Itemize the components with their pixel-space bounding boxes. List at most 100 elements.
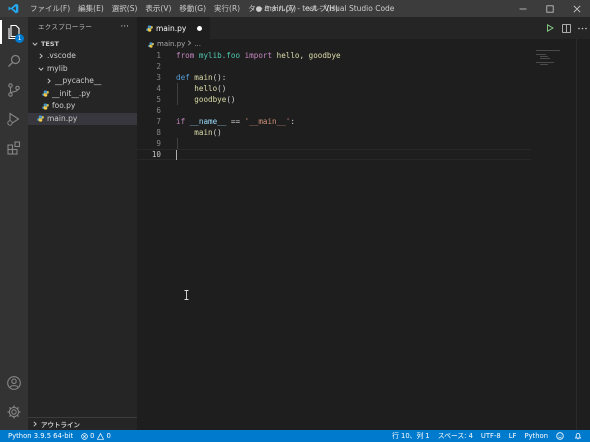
error-count: 0 [90, 432, 95, 440]
indent-guide [177, 83, 178, 105]
code-token: goodbye [194, 95, 227, 104]
code-line: 9 [137, 138, 590, 149]
status-bar: Python 3.9.5 64-bit 0 0 行 10、列 1 スペース: 4… [0, 430, 590, 442]
run-debug-activity[interactable] [0, 105, 28, 133]
extensions-icon [7, 141, 21, 155]
python-file-icon [41, 90, 49, 97]
code-token: (): [212, 73, 227, 82]
code-token: () [212, 128, 222, 137]
editor-area: main.py main.py ... 1 from mylib.foo imp… [137, 17, 590, 430]
code-token: main [194, 128, 213, 137]
code-line: 8 main() [137, 127, 590, 138]
source-control-icon [8, 83, 20, 97]
tree-item-vscode[interactable]: .vscode [28, 50, 137, 63]
breadcrumb-symbol[interactable]: ... [194, 39, 201, 50]
menu-view[interactable]: 表示(V) [141, 0, 175, 17]
menu-run[interactable]: 実行(R) [210, 0, 244, 17]
code-token: == [230, 117, 241, 126]
tab-label: main.py [156, 23, 187, 33]
tree-item-init-py[interactable]: __init__.py [28, 88, 137, 101]
problems-indicator[interactable]: 0 0 [81, 430, 111, 442]
workspace-section[interactable]: TEST [28, 38, 137, 50]
window-controls [509, 0, 590, 17]
run-debug-icon [7, 112, 20, 126]
explorer-sidebar: エクスプローラー ··· TEST .vscode mylib __pycach… [28, 17, 137, 430]
line-number: 3 [156, 73, 161, 82]
encoding[interactable]: UTF-8 [481, 430, 501, 442]
split-editor-icon [561, 23, 571, 33]
python-file-icon [36, 115, 44, 122]
maximize-button[interactable] [536, 0, 563, 17]
language-mode[interactable]: Python [524, 430, 548, 442]
unsaved-dot-icon[interactable] [197, 26, 202, 31]
source-control-activity[interactable] [0, 76, 28, 104]
tab-bar: main.py [137, 17, 590, 39]
editor-scrollbar[interactable] [576, 39, 590, 430]
outline-section[interactable]: アウトライン [28, 417, 137, 430]
explorer-activity[interactable]: 1 [0, 18, 28, 46]
more-editor-actions-button[interactable] [574, 17, 590, 39]
code-token: __name__ [189, 117, 227, 126]
code-line: 4 hello() [137, 83, 590, 94]
maximize-icon [545, 4, 554, 13]
code-token: hello, goodbye [276, 51, 341, 60]
menu-edit[interactable]: 編集(E) [74, 0, 108, 17]
warning-count: 0 [106, 432, 111, 440]
notifications-button[interactable] [574, 432, 584, 440]
feedback-button[interactable] [556, 432, 566, 440]
python-interpreter[interactable]: Python 3.9.5 64-bit [8, 430, 73, 442]
menu-file[interactable]: ファイル(F) [26, 0, 74, 17]
accounts-activity[interactable] [0, 369, 28, 397]
code-editor[interactable]: 1 from mylib.foo import hello, goodbye 2… [137, 50, 590, 160]
chevron-right-icon [31, 421, 39, 427]
tree-item-mylib[interactable]: mylib [28, 63, 137, 76]
close-window-button[interactable] [563, 0, 590, 17]
menu-help[interactable]: ヘルプ(H) [300, 0, 342, 17]
status-left: Python 3.9.5 64-bit 0 0 [8, 430, 119, 442]
python-file-icon [147, 41, 155, 48]
code-token: hello [194, 84, 218, 93]
chevron-right-icon [37, 53, 45, 59]
indentation[interactable]: スペース: 4 [438, 430, 473, 442]
breadcrumb-separator-icon [187, 39, 192, 50]
status-right: 行 10、列 1 スペース: 4 UTF-8 LF Python [392, 430, 586, 442]
minimize-icon [519, 8, 526, 9]
menu-bar: ファイル(F) 編集(E) 選択(S) 表示(V) 移動(G) 実行(R) ター… [26, 0, 342, 17]
breadcrumb-file[interactable]: main.py [157, 39, 185, 50]
tree-item-main-py[interactable]: main.py [28, 112, 137, 125]
minimize-button[interactable] [509, 0, 536, 17]
outline-title: アウトライン [41, 421, 80, 429]
code-line: 6 [137, 105, 590, 116]
code-line: 2 [137, 61, 590, 72]
bell-icon [574, 432, 582, 440]
cursor-position[interactable]: 行 10、列 1 [392, 430, 430, 442]
search-activity[interactable] [0, 47, 28, 75]
tree-item-label: __pycache__ [55, 76, 102, 85]
split-editor-button[interactable] [558, 17, 574, 39]
menu-selection[interactable]: 選択(S) [108, 0, 142, 17]
chevron-down-icon [31, 41, 39, 47]
code-token: if [176, 117, 186, 126]
line-number: 6 [156, 106, 161, 115]
python-file-icon [145, 24, 153, 32]
tab-main-py[interactable]: main.py [137, 17, 210, 39]
end-of-line[interactable]: LF [509, 430, 517, 442]
code-token: () [217, 84, 227, 93]
minimap[interactable] [536, 50, 576, 110]
sidebar-header: エクスプローラー ··· [28, 17, 137, 38]
manage-activity[interactable] [0, 398, 28, 426]
run-file-button[interactable] [542, 17, 558, 39]
menu-terminal[interactable]: ターミナル(T) [244, 0, 300, 17]
menu-go[interactable]: 移動(G) [175, 0, 210, 17]
play-icon [547, 24, 554, 32]
tree-item-pycache[interactable]: __pycache__ [28, 75, 137, 88]
extensions-activity[interactable] [0, 134, 28, 162]
more-actions-icon[interactable]: ··· [120, 17, 129, 38]
feedback-icon [556, 432, 564, 440]
gear-icon [7, 405, 21, 419]
chevron-down-icon [37, 66, 45, 72]
tree-item-label: .vscode [47, 51, 76, 60]
code-token: from [176, 51, 195, 60]
tree-item-foo-py[interactable]: foo.py [28, 100, 137, 113]
code-token: : [290, 117, 295, 126]
